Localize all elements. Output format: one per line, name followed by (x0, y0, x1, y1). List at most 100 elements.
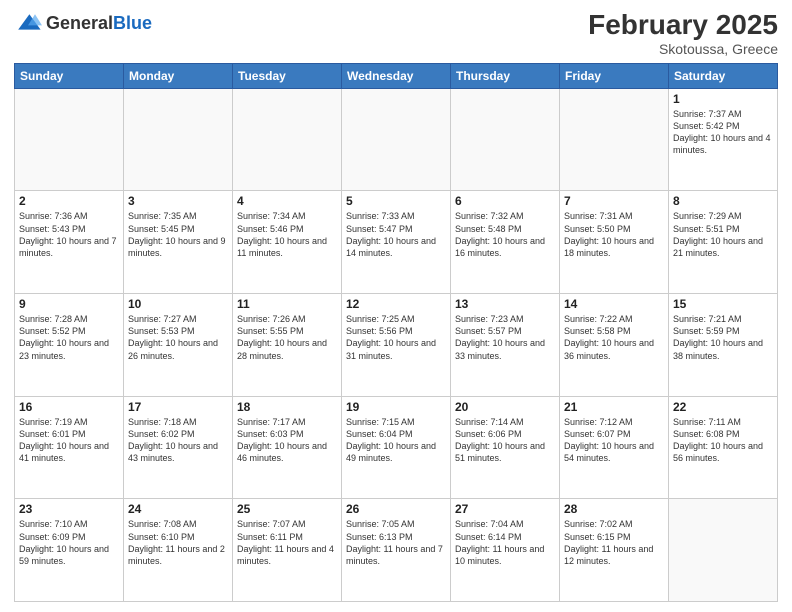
day-number: 27 (455, 502, 555, 516)
day-number: 25 (237, 502, 337, 516)
day-number: 7 (564, 194, 664, 208)
table-row: 13Sunrise: 7:23 AM Sunset: 5:57 PM Dayli… (451, 294, 560, 397)
table-row (15, 88, 124, 191)
table-row: 23 Sunrise: 7:10 AM Sunset: 6:09 PM Dayli… (15, 499, 124, 602)
table-row: 11 Sunrise: 7:26 AM Sunset: 5:55 PM Dayli… (233, 294, 342, 397)
day-info: Sunrise: 7:22 AM Sunset: 5:58 PM Dayligh… (564, 313, 664, 362)
table-row (342, 88, 451, 191)
table-row: 4 Sunrise: 7:34 AM Sunset: 5:46 PM Daylig… (233, 191, 342, 294)
day-number: 6 (455, 194, 555, 208)
day-number: 9 (19, 297, 119, 311)
calendar-week-row: 9Sunrise: 7:28 AM Sunset: 5:52 PM Daylig… (15, 294, 778, 397)
day-number: 5 (346, 194, 446, 208)
table-row (124, 88, 233, 191)
day-number: 12 (346, 297, 446, 311)
calendar-week-row: 23 Sunrise: 7:10 AM Sunset: 6:09 PM Dayli… (15, 499, 778, 602)
day-number: 10 (128, 297, 228, 311)
day-info: Sunrise: 7:11 AM Sunset: 6:08 PM Dayligh… (673, 416, 773, 465)
day-number: 23 (19, 502, 119, 516)
table-row: 7 Sunrise: 7:31 AM Sunset: 5:50 PM Daylig… (560, 191, 669, 294)
day-number: 20 (455, 400, 555, 414)
day-info: Sunrise: 7:18 AM Sunset: 6:02 PM Dayligh… (128, 416, 228, 465)
table-row: 25 Sunrise: 7:07 AM Sunset: 6:11 PM Dayli… (233, 499, 342, 602)
col-saturday: Saturday (669, 63, 778, 88)
col-tuesday: Tuesday (233, 63, 342, 88)
logo: GeneralBlue (14, 10, 152, 38)
title-block: February 2025 Skotoussa, Greece (588, 10, 778, 57)
day-number: 11 (237, 297, 337, 311)
day-number: 2 (19, 194, 119, 208)
table-row (560, 88, 669, 191)
day-number: 21 (564, 400, 664, 414)
day-info: Sunrise: 7:17 AM Sunset: 6:03 PM Dayligh… (237, 416, 337, 465)
table-row: 26Sunrise: 7:05 AM Sunset: 6:13 PM Dayli… (342, 499, 451, 602)
header: GeneralBlue February 2025 Skotoussa, Gre… (14, 10, 778, 57)
day-number: 17 (128, 400, 228, 414)
day-number: 22 (673, 400, 773, 414)
day-number: 1 (673, 92, 773, 106)
table-row: 19 Sunrise: 7:15 AM Sunset: 6:04 PM Dayli… (342, 396, 451, 499)
day-number: 18 (237, 400, 337, 414)
table-row: 6 Sunrise: 7:32 AM Sunset: 5:48 PM Daylig… (451, 191, 560, 294)
day-number: 14 (564, 297, 664, 311)
logo-text: GeneralBlue (46, 14, 152, 34)
location: Skotoussa, Greece (588, 41, 778, 57)
col-wednesday: Wednesday (342, 63, 451, 88)
table-row: 1 Sunrise: 7:37 AM Sunset: 5:42 PM Daylig… (669, 88, 778, 191)
col-sunday: Sunday (15, 63, 124, 88)
day-info: Sunrise: 7:37 AM Sunset: 5:42 PM Dayligh… (673, 108, 773, 157)
table-row: 24 Sunrise: 7:08 AM Sunset: 6:10 PM Dayli… (124, 499, 233, 602)
table-row: 18 Sunrise: 7:17 AM Sunset: 6:03 PM Dayli… (233, 396, 342, 499)
col-monday: Monday (124, 63, 233, 88)
day-info: Sunrise: 7:36 AM Sunset: 5:43 PM Dayligh… (19, 210, 119, 259)
calendar-week-row: 2 Sunrise: 7:36 AM Sunset: 5:43 PM Daylig… (15, 191, 778, 294)
table-row (451, 88, 560, 191)
table-row: 3Sunrise: 7:35 AM Sunset: 5:45 PM Daylig… (124, 191, 233, 294)
day-number: 24 (128, 502, 228, 516)
day-info: Sunrise: 7:26 AM Sunset: 5:55 PM Dayligh… (237, 313, 337, 362)
day-info: Sunrise: 7:14 AM Sunset: 6:06 PM Dayligh… (455, 416, 555, 465)
day-info: Sunrise: 7:33 AM Sunset: 5:47 PM Dayligh… (346, 210, 446, 259)
day-info: Sunrise: 7:15 AM Sunset: 6:04 PM Dayligh… (346, 416, 446, 465)
day-info: Sunrise: 7:08 AM Sunset: 6:10 PM Dayligh… (128, 518, 228, 567)
table-row (233, 88, 342, 191)
table-row: 14 Sunrise: 7:22 AM Sunset: 5:58 PM Dayli… (560, 294, 669, 397)
day-info: Sunrise: 7:32 AM Sunset: 5:48 PM Dayligh… (455, 210, 555, 259)
day-info: Sunrise: 7:34 AM Sunset: 5:46 PM Dayligh… (237, 210, 337, 259)
table-row: 2 Sunrise: 7:36 AM Sunset: 5:43 PM Daylig… (15, 191, 124, 294)
calendar-week-row: 16Sunrise: 7:19 AM Sunset: 6:01 PM Dayli… (15, 396, 778, 499)
table-row: 10 Sunrise: 7:27 AM Sunset: 5:53 PM Dayli… (124, 294, 233, 397)
day-info: Sunrise: 7:25 AM Sunset: 5:56 PM Dayligh… (346, 313, 446, 362)
table-row: 21 Sunrise: 7:12 AM Sunset: 6:07 PM Dayli… (560, 396, 669, 499)
calendar-week-row: 1 Sunrise: 7:37 AM Sunset: 5:42 PM Daylig… (15, 88, 778, 191)
day-info: Sunrise: 7:10 AM Sunset: 6:09 PM Dayligh… (19, 518, 119, 567)
day-info: Sunrise: 7:04 AM Sunset: 6:14 PM Dayligh… (455, 518, 555, 567)
day-number: 28 (564, 502, 664, 516)
table-row: 5 Sunrise: 7:33 AM Sunset: 5:47 PM Daylig… (342, 191, 451, 294)
table-row: 15Sunrise: 7:21 AM Sunset: 5:59 PM Dayli… (669, 294, 778, 397)
day-number: 4 (237, 194, 337, 208)
col-friday: Friday (560, 63, 669, 88)
day-info: Sunrise: 7:35 AM Sunset: 5:45 PM Dayligh… (128, 210, 228, 259)
day-info: Sunrise: 7:07 AM Sunset: 6:11 PM Dayligh… (237, 518, 337, 567)
table-row: 28 Sunrise: 7:02 AM Sunset: 6:15 PM Dayli… (560, 499, 669, 602)
table-row: 27 Sunrise: 7:04 AM Sunset: 6:14 PM Dayli… (451, 499, 560, 602)
day-info: Sunrise: 7:27 AM Sunset: 5:53 PM Dayligh… (128, 313, 228, 362)
col-thursday: Thursday (451, 63, 560, 88)
day-info: Sunrise: 7:19 AM Sunset: 6:01 PM Dayligh… (19, 416, 119, 465)
day-info: Sunrise: 7:02 AM Sunset: 6:15 PM Dayligh… (564, 518, 664, 567)
day-info: Sunrise: 7:05 AM Sunset: 6:13 PM Dayligh… (346, 518, 446, 567)
table-row (669, 499, 778, 602)
day-info: Sunrise: 7:12 AM Sunset: 6:07 PM Dayligh… (564, 416, 664, 465)
calendar-table: Sunday Monday Tuesday Wednesday Thursday… (14, 63, 778, 602)
day-info: Sunrise: 7:31 AM Sunset: 5:50 PM Dayligh… (564, 210, 664, 259)
day-number: 15 (673, 297, 773, 311)
table-row: 20 Sunrise: 7:14 AM Sunset: 6:06 PM Dayli… (451, 396, 560, 499)
day-number: 8 (673, 194, 773, 208)
calendar-header-row: Sunday Monday Tuesday Wednesday Thursday… (15, 63, 778, 88)
day-info: Sunrise: 7:29 AM Sunset: 5:51 PM Dayligh… (673, 210, 773, 259)
day-info: Sunrise: 7:23 AM Sunset: 5:57 PM Dayligh… (455, 313, 555, 362)
table-row: 22 Sunrise: 7:11 AM Sunset: 6:08 PM Dayli… (669, 396, 778, 499)
table-row: 9Sunrise: 7:28 AM Sunset: 5:52 PM Daylig… (15, 294, 124, 397)
day-number: 19 (346, 400, 446, 414)
